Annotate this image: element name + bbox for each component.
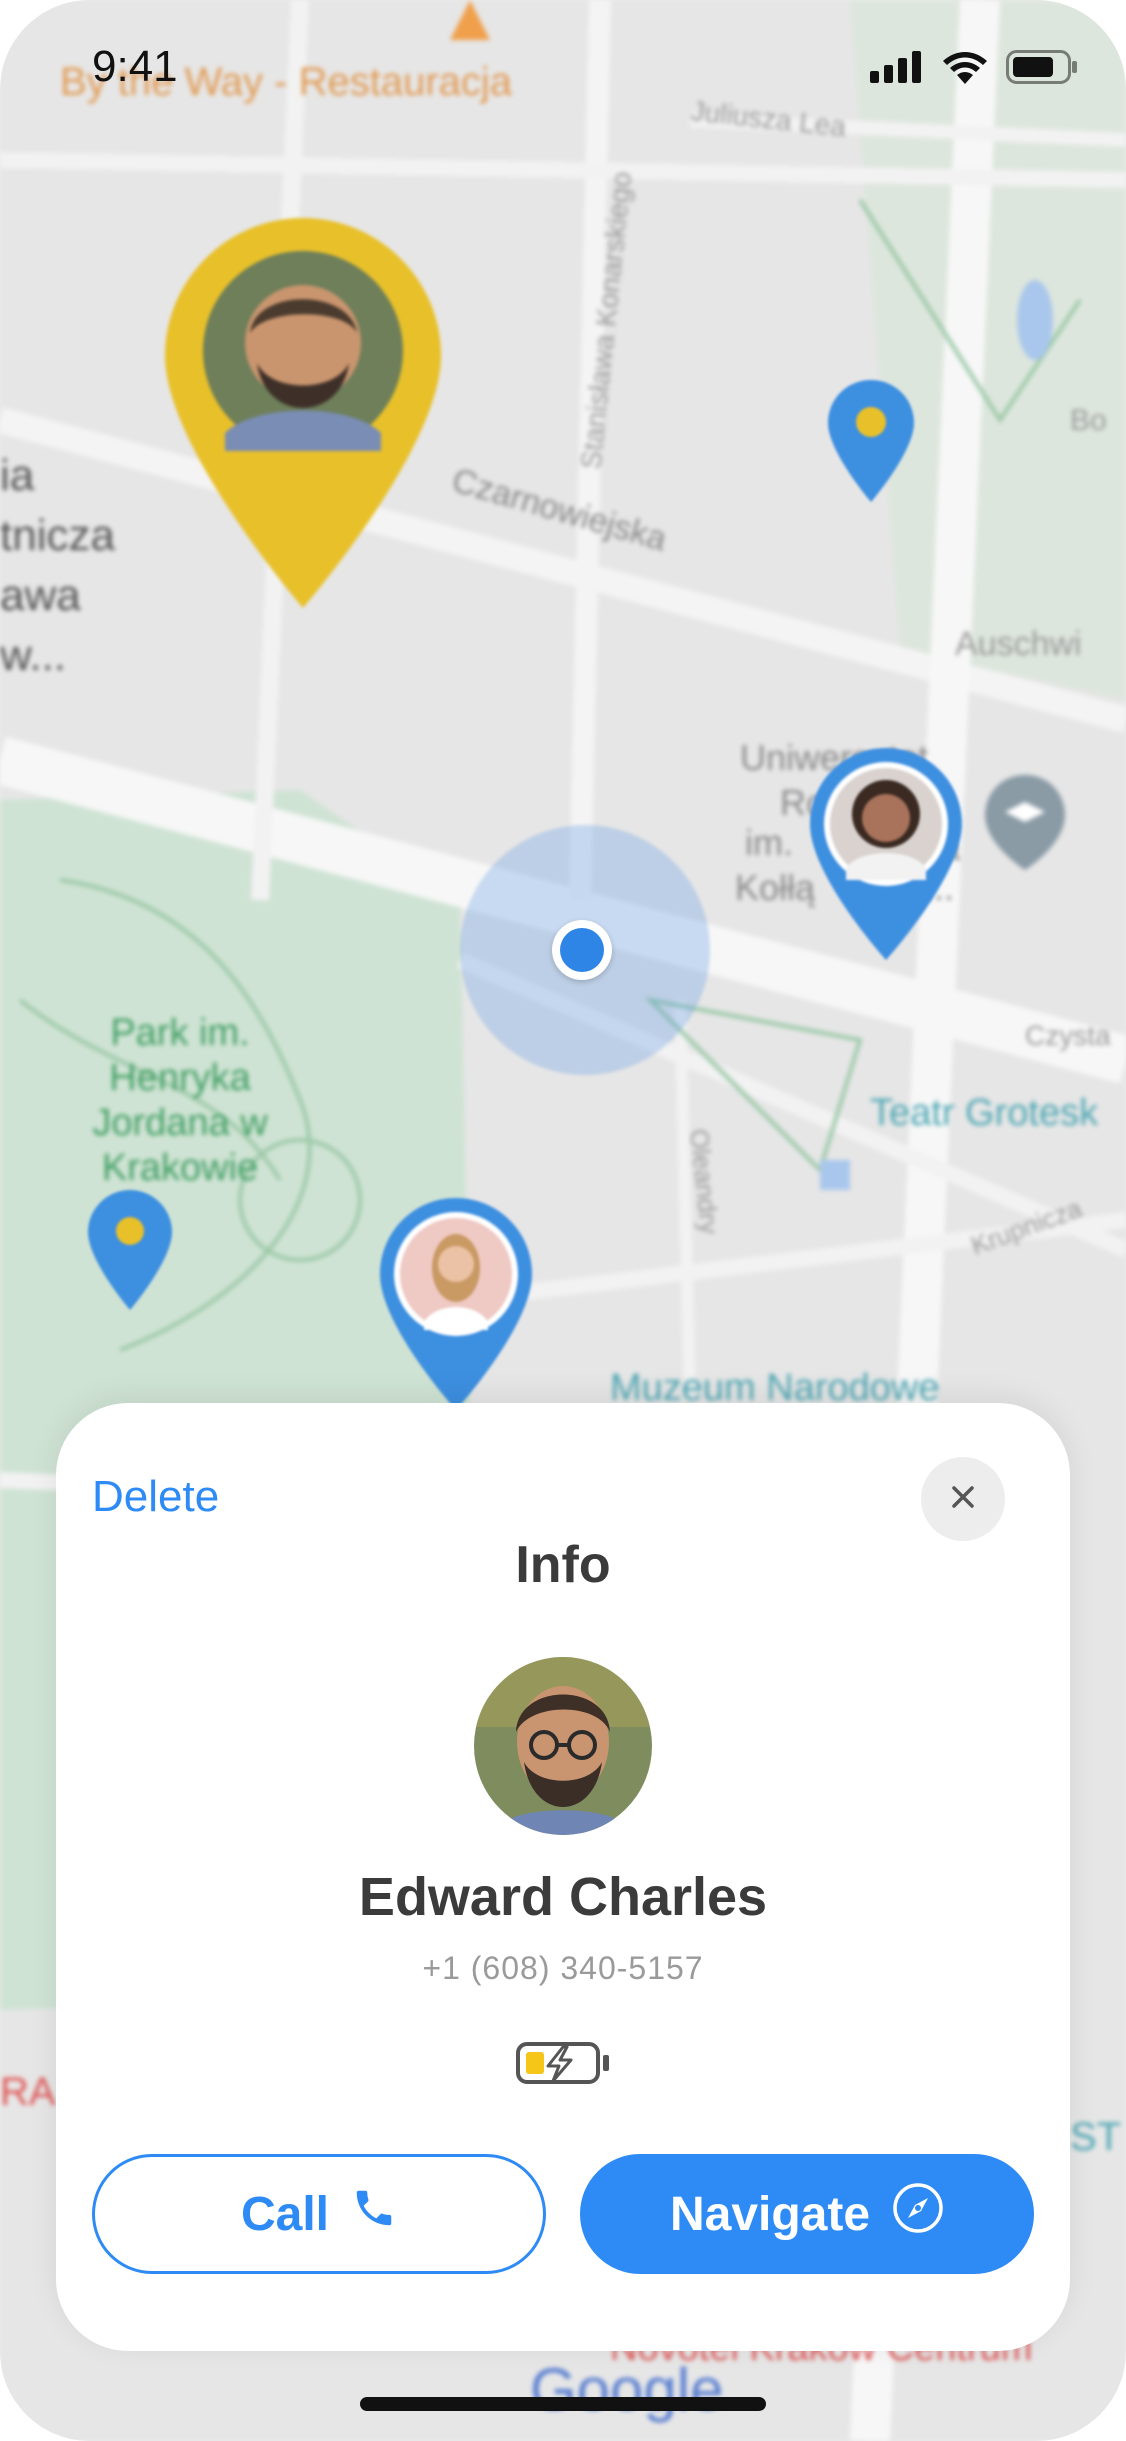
avatar <box>474 1657 652 1835</box>
map-pin-girl[interactable] <box>380 1198 532 1410</box>
svg-text:Henryka: Henryka <box>109 1057 251 1099</box>
svg-text:Park im.: Park im. <box>110 1012 249 1054</box>
svg-text:Auschwi: Auschwi <box>955 625 1082 663</box>
close-icon <box>950 1484 976 1515</box>
map-pin-plain[interactable] <box>828 380 914 502</box>
svg-text:ST: ST <box>1070 2115 1121 2159</box>
status-bar: 9:41 <box>0 0 1126 140</box>
close-button[interactable] <box>921 1457 1005 1541</box>
charging-battery-icon <box>515 2041 611 2090</box>
status-icons <box>870 50 1078 89</box>
svg-text:im.: im. <box>745 822 793 863</box>
call-button-label: Call <box>240 2187 330 2241</box>
navigate-button-label: Navigate <box>669 2187 871 2241</box>
map-pin-woman[interactable] <box>810 748 962 960</box>
sheet-title: Info <box>515 1536 611 1594</box>
map-pin-edward[interactable] <box>165 218 441 608</box>
phone-screen: By the Way - Restauracja Juliusza Lea St… <box>0 0 1126 2441</box>
compass-icon <box>892 2182 944 2246</box>
status-time: 9:41 <box>92 42 178 91</box>
svg-text:ia: ia <box>0 451 35 500</box>
call-button[interactable]: Call <box>92 2154 546 2274</box>
signal-icon <box>870 51 924 88</box>
svg-text:tnicza: tnicza <box>0 511 115 560</box>
battery-icon <box>1006 50 1078 89</box>
map-pin-plain-park[interactable] <box>88 1190 172 1310</box>
delete-button[interactable]: Delete <box>92 1472 219 1522</box>
svg-text:Google: Google <box>530 2356 723 2423</box>
svg-text:Bo: Bo <box>1070 404 1107 437</box>
wifi-icon <box>942 50 988 89</box>
contact-name: Edward Charles <box>358 1867 768 1927</box>
svg-text:awa: awa <box>0 571 81 620</box>
svg-text:Czysta: Czysta <box>1025 1020 1111 1051</box>
home-indicator[interactable] <box>360 2397 766 2411</box>
phone-icon <box>351 2185 397 2243</box>
svg-text:w...: w... <box>0 631 66 680</box>
svg-text:Jordana w: Jordana w <box>92 1102 268 1144</box>
contact-phone: +1 (608) 340-5157 <box>422 1950 704 1986</box>
navigate-button[interactable]: Navigate <box>580 2154 1034 2274</box>
svg-text:Kołłą: Kołłą <box>735 867 816 908</box>
svg-text:Krakowie: Krakowie <box>102 1147 258 1189</box>
svg-text:Teatr Grotesk: Teatr Grotesk <box>870 1092 1099 1134</box>
svg-text:RA: RA <box>0 2070 56 2114</box>
